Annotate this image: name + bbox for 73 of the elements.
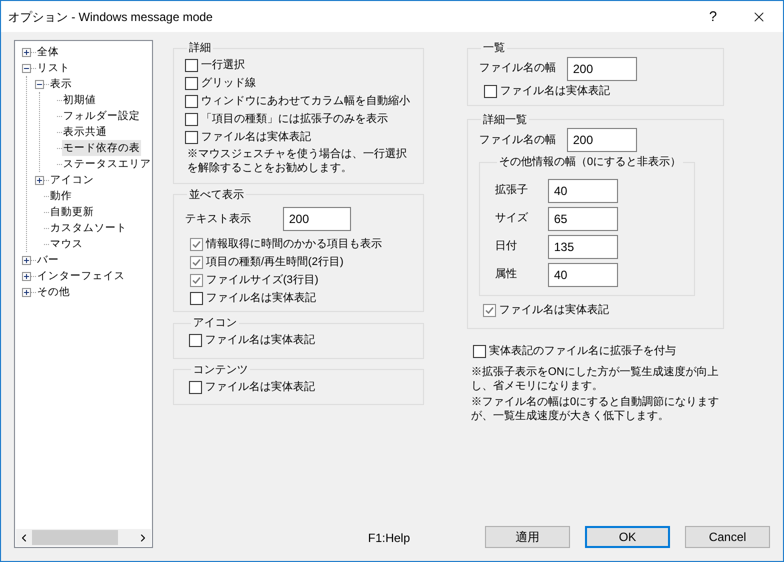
tree-item[interactable]: マウス bbox=[49, 236, 84, 252]
checkbox[interactable]: ファイル名は実体表記 bbox=[189, 332, 423, 350]
group-title: 一覧 bbox=[482, 41, 506, 56]
tree-item[interactable]: ステータスエリア bbox=[62, 156, 152, 172]
collapse-icon[interactable] bbox=[22, 64, 31, 72]
help-hint: F1:Help bbox=[368, 530, 410, 547]
field-label: ファイル名の幅 bbox=[479, 61, 557, 76]
checkmark-icon bbox=[191, 238, 202, 250]
checkbox[interactable]: ファイル名は実体表記 bbox=[185, 128, 419, 146]
tree-item[interactable]: 全体 bbox=[36, 44, 60, 60]
checkmark-icon bbox=[191, 274, 202, 286]
help-button[interactable]: ? bbox=[690, 2, 736, 32]
group-title: アイコン bbox=[192, 316, 238, 331]
checkbox[interactable]: ファイル名は実体表記 bbox=[189, 378, 423, 396]
field-label: 拡張子 bbox=[495, 183, 529, 198]
tree-item[interactable]: モード依存の表 bbox=[62, 140, 141, 156]
collapse-icon[interactable] bbox=[35, 80, 44, 88]
group-title: その他情報の幅（0にすると非表示） bbox=[498, 155, 682, 170]
field-label: 日付 bbox=[495, 239, 518, 254]
expand-icon[interactable] bbox=[22, 288, 31, 296]
scrollbar-thumb[interactable] bbox=[32, 530, 118, 545]
note-text: ※拡張子表示をONにした方が一覧生成速度が向上し、省メモリになります。 bbox=[471, 364, 720, 392]
group-title: 並べて表示 bbox=[188, 188, 245, 202]
checkbox[interactable]: ファイル名は実体表記 bbox=[190, 289, 423, 307]
expand-icon[interactable] bbox=[22, 48, 31, 56]
checkbox[interactable]: 項目の種類/再生時間(2行目) bbox=[190, 253, 423, 271]
checkbox[interactable]: 実体表記のファイル名に拡張子を付与 bbox=[473, 342, 724, 360]
tree-item[interactable]: アイコン bbox=[49, 172, 95, 188]
text-field[interactable]: 200 bbox=[283, 207, 351, 231]
checkbox[interactable]: ファイル名は実体表記 bbox=[483, 302, 723, 320]
tree-item[interactable]: その他 bbox=[36, 284, 71, 300]
horizontal-scrollbar[interactable] bbox=[16, 529, 151, 546]
text-field[interactable]: 65 bbox=[548, 206, 618, 230]
checkbox[interactable]: ウィンドウにあわせてカラム幅を自動縮小 bbox=[185, 92, 419, 110]
field-label: ファイル名の幅 bbox=[479, 132, 557, 148]
checkbox[interactable]: 情報取得に時間のかかる項目も表示 bbox=[190, 235, 423, 253]
tree-item[interactable]: リスト bbox=[36, 60, 71, 76]
note-text: ※ファイル名の幅は0にすると自動調節になりますが、一覧生成速度が大きく低下します。 bbox=[471, 394, 720, 422]
tree-item[interactable]: フォルダー設定 bbox=[62, 108, 141, 124]
dialog-button[interactable]: 適用 bbox=[485, 526, 570, 548]
tree-item[interactable]: カスタムソート bbox=[49, 220, 128, 236]
window-title: オプション - Windows message mode bbox=[8, 8, 213, 26]
tree-item[interactable]: 動作 bbox=[49, 188, 73, 204]
tree-item[interactable]: バー bbox=[36, 252, 60, 268]
text-field[interactable]: 40 bbox=[548, 262, 618, 286]
checkbox[interactable]: ファイルサイズ(3行目) bbox=[190, 271, 423, 289]
field-label: 属性 bbox=[495, 267, 518, 282]
dialog-button[interactable]: OK bbox=[585, 526, 670, 548]
expand-icon[interactable] bbox=[35, 176, 44, 184]
field-label: サイズ bbox=[495, 211, 529, 226]
field-label: テキスト表示 bbox=[185, 212, 252, 227]
tree-item[interactable]: 表示共通 bbox=[62, 124, 108, 140]
checkbox[interactable]: 一行選択 bbox=[185, 56, 419, 74]
text-field[interactable]: 200 bbox=[567, 56, 637, 80]
note-text: ※マウスジェスチャを使う場合は、一行選択を解除することをお勧めします。 bbox=[186, 146, 408, 174]
checkbox[interactable]: 「項目の種類」には拡張子のみを表示 bbox=[185, 110, 419, 128]
checkmark-icon bbox=[191, 256, 202, 268]
tree-item[interactable]: 自動更新 bbox=[49, 204, 95, 220]
group-title: 詳細一覧 bbox=[482, 112, 528, 128]
expand-icon[interactable] bbox=[22, 256, 31, 264]
text-field[interactable]: 200 bbox=[567, 128, 637, 152]
text-field[interactable]: 135 bbox=[548, 234, 618, 258]
text-field[interactable]: 40 bbox=[548, 178, 618, 202]
checkbox[interactable]: グリッド線 bbox=[185, 74, 419, 92]
checkmark-icon bbox=[484, 305, 495, 316]
tree-item[interactable]: インターフェイス bbox=[36, 268, 126, 284]
tree-item[interactable]: 表示 bbox=[49, 76, 73, 92]
tree-item[interactable]: 初期値 bbox=[62, 92, 97, 108]
group-title: コンテンツ bbox=[192, 362, 249, 378]
dialog-button[interactable]: Cancel bbox=[685, 526, 770, 548]
expand-icon[interactable] bbox=[22, 272, 31, 280]
checkbox[interactable]: ファイル名は実体表記 bbox=[484, 82, 723, 100]
group-title: 詳細 bbox=[188, 41, 212, 56]
